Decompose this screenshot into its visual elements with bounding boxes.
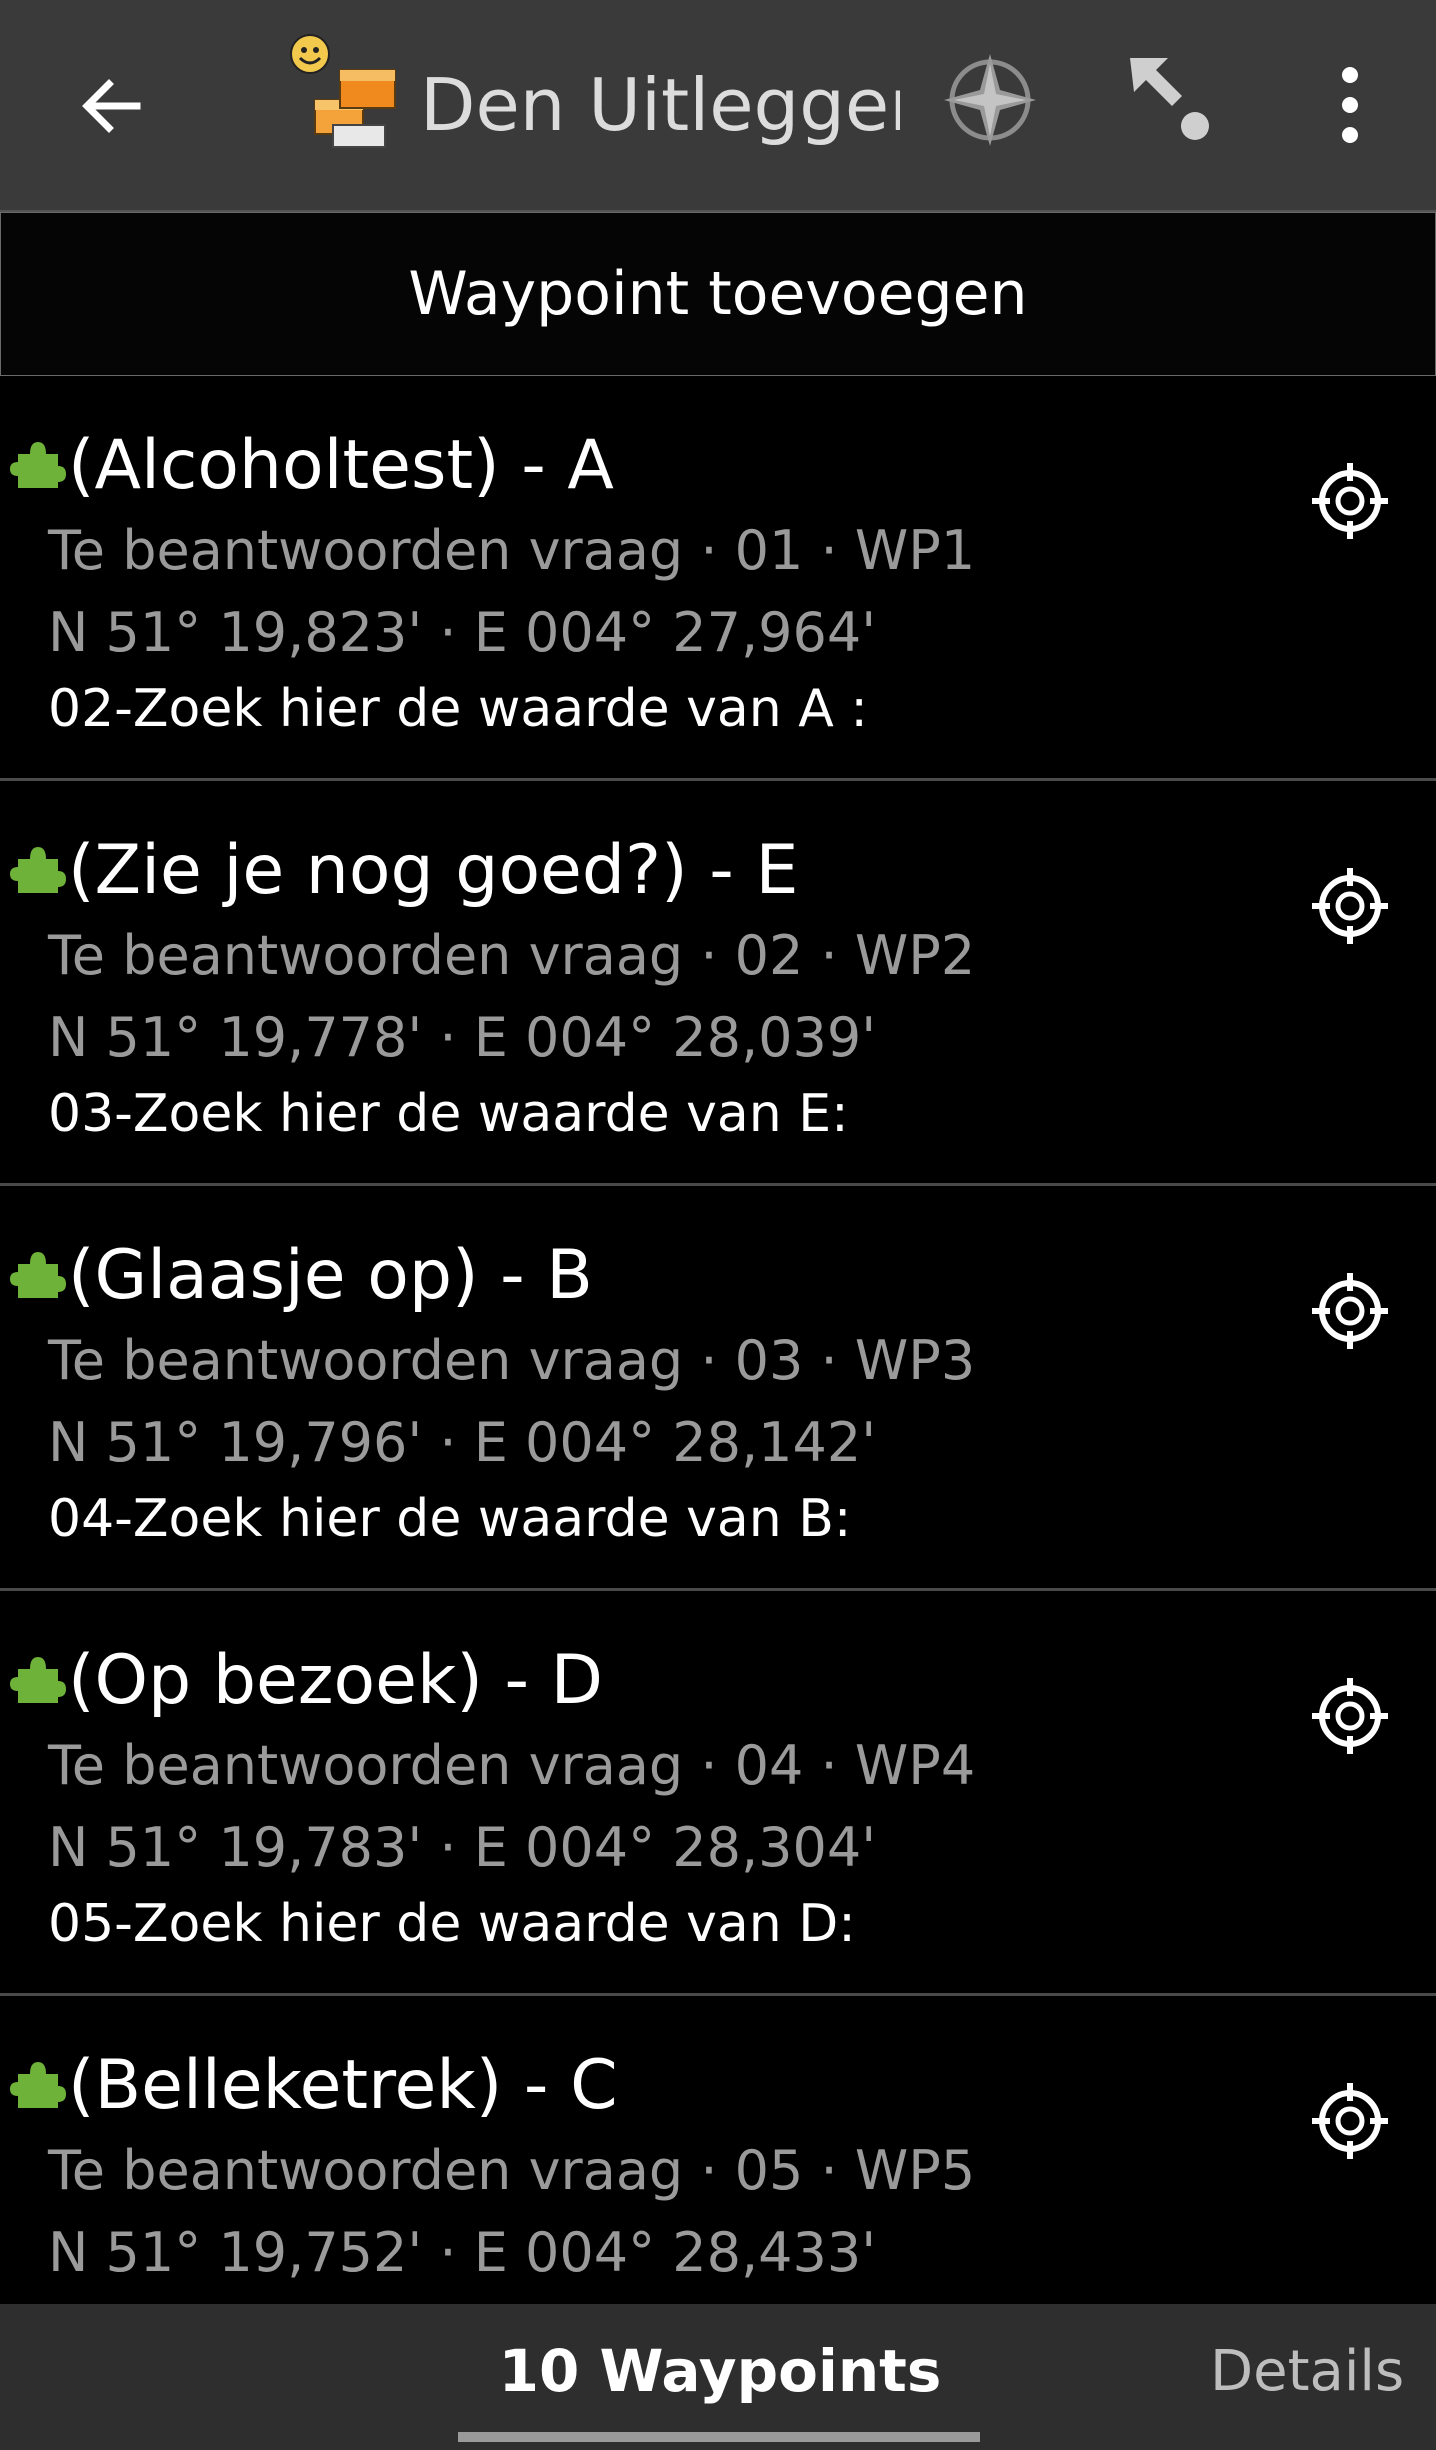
puzzle-icon [10, 847, 66, 893]
waypoint-coordinates: N 51° 19,778' · E 004° 28,039' [48, 1006, 877, 1069]
puzzle-icon [10, 1657, 66, 1703]
list-item[interactable]: (Alcoholtest) - A Te beantwoorden vraag … [0, 376, 1436, 781]
puzzle-icon [10, 442, 66, 488]
waypoint-meta: Te beantwoorden vraag · 01 · WP1 [48, 519, 976, 582]
page-title: Den Uitlegger... [420, 63, 900, 147]
waypoint-list: (Alcoholtest) - A Te beantwoorden vraag … [0, 376, 1436, 2304]
list-item[interactable]: (Zie je nog goed?) - E Te beantwoorden v… [0, 781, 1436, 1186]
compass-icon[interactable] [940, 50, 1040, 150]
back-button[interactable] [52, 46, 172, 166]
crosshair-icon[interactable] [1310, 866, 1390, 946]
more-vert-icon[interactable] [1300, 50, 1400, 160]
tab-bar: 10 Waypoints Details [0, 2304, 1436, 2450]
waypoint-name: (Belleketrek) - C [68, 2046, 618, 2125]
waypoint-coordinates: N 51° 19,796' · E 004° 28,142' [48, 1411, 877, 1474]
waypoint-name: (Zie je nog goed?) - E [68, 831, 799, 910]
tab-waypoints[interactable]: 10 Waypoints [460, 2304, 980, 2438]
waypoint-meta: Te beantwoorden vraag · 05 · WP5 [48, 2139, 976, 2202]
waypoint-name: (Alcoholtest) - A [68, 426, 614, 505]
waypoint-meta: Te beantwoorden vraag · 04 · WP4 [48, 1734, 976, 1797]
waypoint-coordinates: N 51° 19,783' · E 004° 28,304' [48, 1816, 877, 1879]
add-waypoint-button[interactable]: Waypoint toevoegen [0, 212, 1436, 376]
overflow-dot [1342, 97, 1358, 113]
crosshair-icon[interactable] [1310, 2081, 1390, 2161]
cache-type-icon [290, 34, 396, 148]
overflow-dot [1342, 67, 1358, 83]
waypoint-coordinates: N 51° 19,823' · E 004° 27,964' [48, 601, 877, 664]
waypoint-note: 03-Zoek hier de waarde van E: [48, 1084, 849, 1144]
crosshair-icon[interactable] [1310, 461, 1390, 541]
list-item[interactable]: (Op bezoek) - D Te beantwoorden vraag · … [0, 1591, 1436, 1996]
puzzle-icon [10, 1252, 66, 1298]
navigate-icon[interactable] [1120, 50, 1230, 160]
list-item[interactable]: (Belleketrek) - C Te beantwoorden vraag … [0, 1996, 1436, 2304]
waypoint-note: 04-Zoek hier de waarde van B: [48, 1489, 852, 1549]
waypoint-name: (Glaasje op) - B [68, 1236, 593, 1315]
waypoint-name: (Op bezoek) - D [68, 1641, 604, 1720]
waypoint-coordinates: N 51° 19,752' · E 004° 28,433' [48, 2221, 877, 2284]
overflow-dot [1342, 127, 1358, 143]
waypoint-note: 02-Zoek hier de waarde van A : [48, 679, 868, 739]
active-tab-indicator [458, 2432, 980, 2442]
crosshair-icon[interactable] [1310, 1271, 1390, 1351]
waypoint-meta: Te beantwoorden vraag · 03 · WP3 [48, 1329, 976, 1392]
arrow-left-icon [82, 79, 141, 133]
app-bar: Den Uitlegger... [0, 0, 1436, 212]
waypoint-meta: Te beantwoorden vraag · 02 · WP2 [48, 924, 976, 987]
list-item[interactable]: (Glaasje op) - B Te beantwoorden vraag ·… [0, 1186, 1436, 1591]
crosshair-icon[interactable] [1310, 1676, 1390, 1756]
puzzle-icon [10, 2062, 66, 2108]
tab-details[interactable]: Details [1210, 2304, 1436, 2438]
waypoint-note: 05-Zoek hier de waarde van D: [48, 1894, 856, 1954]
